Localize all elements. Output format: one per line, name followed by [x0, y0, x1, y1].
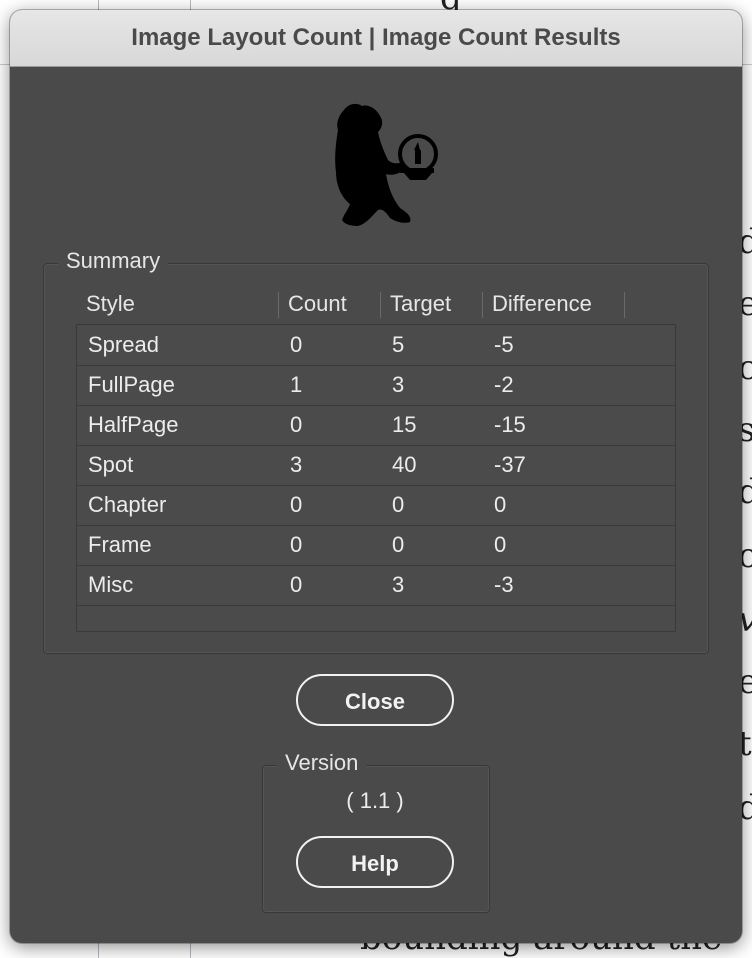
window-title: Image Layout Count | Image Count Results [131, 24, 621, 51]
column-header-difference[interactable]: Difference [492, 288, 592, 320]
column-divider [482, 292, 483, 318]
cell-target: 15 [392, 412, 417, 437]
cell-target: 40 [392, 452, 417, 477]
table-row[interactable]: Spot 3 40 -37 [77, 445, 675, 486]
cell-difference: -5 [494, 332, 514, 357]
cell-difference: 0 [494, 532, 507, 557]
cell-count: 0 [290, 492, 303, 517]
cell-target: 5 [392, 332, 405, 357]
column-divider [278, 292, 279, 318]
cell-style: Spread [88, 332, 159, 357]
help-button[interactable]: Help [296, 836, 454, 888]
cell-difference: 0 [494, 492, 507, 517]
table-row[interactable]: Spread 0 5 -5 [77, 325, 675, 366]
cell-difference: -2 [494, 372, 514, 397]
title-bar[interactable]: Image Layout Count | Image Count Results [10, 10, 742, 67]
column-header-count[interactable]: Count [288, 288, 347, 320]
cell-target: 0 [392, 532, 405, 557]
version-value: ( 1.1 ) [346, 788, 404, 813]
version-label: Version [277, 750, 367, 776]
cell-style: Frame [88, 532, 152, 557]
column-divider [380, 292, 381, 318]
cell-difference: -37 [494, 452, 526, 477]
cell-count: 3 [290, 452, 303, 477]
cell-style: Chapter [88, 492, 167, 517]
cell-count: 0 [290, 532, 303, 557]
bear-with-candle-icon [335, 103, 438, 226]
image-count-results-dialog: Image Layout Count | Image Count Results… [10, 10, 742, 943]
cell-target: 3 [392, 572, 405, 597]
cell-style: HalfPage [88, 412, 179, 437]
column-header-style[interactable]: Style [86, 288, 135, 320]
cell-count: 0 [290, 572, 303, 597]
table-row[interactable]: FullPage 1 3 -2 [77, 365, 675, 406]
summary-label: Summary [58, 248, 169, 274]
cell-difference: -3 [494, 572, 514, 597]
cell-target: 3 [392, 372, 405, 397]
cell-count: 0 [290, 412, 303, 437]
cell-difference: -15 [494, 412, 526, 437]
summary-table[interactable]: Spread 0 5 -5 FullPage 1 3 -2 HalfPage 0… [76, 324, 676, 632]
cell-target: 0 [392, 492, 405, 517]
cell-count: 1 [290, 372, 303, 397]
close-button[interactable]: Close [296, 674, 454, 726]
table-row[interactable]: Chapter 0 0 0 [77, 485, 675, 526]
cell-style: FullPage [88, 372, 175, 397]
column-header-target[interactable]: Target [390, 288, 451, 320]
table-row[interactable]: HalfPage 0 15 -15 [77, 405, 675, 446]
table-row-empty[interactable] [77, 605, 675, 645]
table-row[interactable]: Frame 0 0 0 [77, 525, 675, 566]
column-divider [624, 292, 625, 318]
cell-style: Spot [88, 452, 134, 477]
table-row[interactable]: Misc 0 3 -3 [77, 565, 675, 606]
cell-style: Misc [88, 572, 134, 597]
table-header: Style Count Target Difference [76, 288, 636, 322]
cell-count: 0 [290, 332, 303, 357]
